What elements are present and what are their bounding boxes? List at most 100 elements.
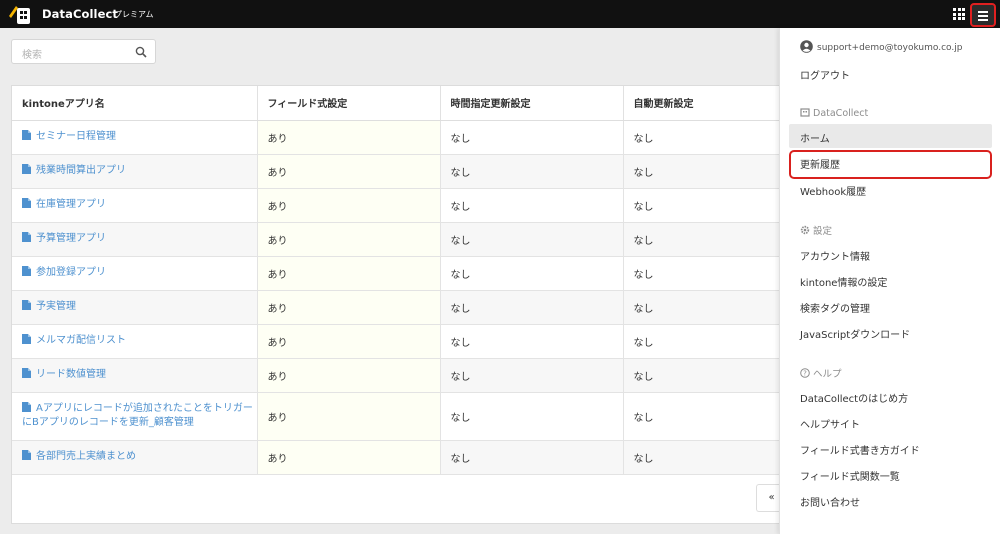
question-circle-icon: ? [800, 368, 810, 378]
app-name-link[interactable]: Aアプリにレコードが追加されたことをトリガーにBアプリのレコードを更新_顧客管理 [22, 403, 253, 428]
app-name-cell[interactable]: 予実管理 [12, 290, 258, 325]
scheduled-update-cell: なし [440, 440, 624, 475]
document-icon [22, 232, 31, 242]
app-name-link[interactable]: セミナー日程管理 [36, 131, 116, 142]
app-name-link[interactable]: 各部門売上実績まとめ [36, 451, 136, 462]
scheduled-update-cell: なし [440, 256, 624, 291]
auto-update-cell: なし [623, 324, 781, 359]
app-name-cell[interactable]: 各部門売上実績まとめ [12, 440, 258, 475]
table-row: 予実管理 あり なし なし [12, 290, 781, 325]
nav-getting-started[interactable]: DataCollectのはじめ方 [800, 390, 908, 405]
brand-name[interactable]: DataCollect [42, 7, 118, 21]
datacollect-logo-icon[interactable] [8, 3, 32, 25]
document-icon [22, 450, 31, 460]
scheduled-update-cell: なし [440, 358, 624, 393]
app-name-link[interactable]: メルマガ配信リスト [36, 335, 126, 346]
nav-contact[interactable]: お問い合わせ [800, 494, 860, 509]
app-name-cell[interactable]: リード数値管理 [12, 358, 258, 393]
auto-update-cell: なし [623, 256, 781, 291]
table-row: 各部門売上実績まとめ あり なし なし [12, 440, 781, 475]
scheduled-update-cell: なし [440, 392, 624, 441]
field-formula-cell: あり [257, 188, 441, 223]
column-header: 自動更新設定 [623, 86, 781, 121]
app-name-link[interactable]: 参加登録アプリ [36, 267, 106, 278]
section-settings-label: 設定 [813, 226, 833, 237]
search-icon[interactable] [135, 46, 147, 58]
auto-update-cell: なし [623, 392, 781, 441]
section-datacollect: DataCollect [800, 107, 868, 119]
logout-link[interactable]: ログアウト [800, 67, 850, 82]
app-name-cell[interactable]: メルマガ配信リスト [12, 324, 258, 359]
field-formula-cell: あり [257, 256, 441, 291]
nav-field-guide[interactable]: フィールド式書き方ガイド [800, 442, 920, 457]
svg-text:?: ? [803, 370, 807, 378]
app-name-link[interactable]: 予算管理アプリ [36, 233, 106, 244]
top-bar: DataCollect プレミアム [0, 0, 1000, 28]
field-formula-cell: あり [257, 120, 441, 155]
scheduled-update-cell: なし [440, 188, 624, 223]
app-name-cell[interactable]: 在庫管理アプリ [12, 188, 258, 223]
apps-table-card: kintoneアプリ名 フィールド式設定 時間指定更新設定 自動更新設定 セミナ… [11, 85, 786, 524]
user-avatar-icon [800, 40, 813, 53]
nav-js-download[interactable]: JavaScriptダウンロード [800, 326, 910, 341]
document-icon [22, 164, 31, 174]
app-name-link[interactable]: 在庫管理アプリ [36, 199, 106, 210]
nav-functions[interactable]: フィールド式関数一覧 [800, 468, 900, 483]
auto-update-cell: なし [623, 154, 781, 189]
field-formula-cell: あり [257, 222, 441, 257]
apps-table: kintoneアプリ名 フィールド式設定 時間指定更新設定 自動更新設定 セミナ… [12, 86, 781, 475]
scheduled-update-cell: なし [440, 120, 624, 155]
nav-tags[interactable]: 検索タグの管理 [800, 300, 870, 315]
scheduled-update-cell: なし [440, 222, 624, 257]
table-row: メルマガ配信リスト あり なし なし [12, 324, 781, 359]
field-formula-cell: あり [257, 440, 441, 475]
nav-account[interactable]: アカウント情報 [800, 248, 870, 263]
table-row: 参加登録アプリ あり なし なし [12, 256, 781, 291]
field-formula-cell: あり [257, 154, 441, 189]
section-help: ? ヘルプ [800, 366, 842, 380]
auto-update-cell: なし [623, 440, 781, 475]
document-icon [22, 130, 31, 140]
auto-update-cell: なし [623, 290, 781, 325]
app-name-link[interactable]: リード数値管理 [36, 369, 106, 380]
search-input[interactable]: 検索 [11, 39, 156, 64]
scheduled-update-cell: なし [440, 154, 624, 189]
hamburger-menu-button[interactable] [970, 3, 996, 27]
user-email: support+demo@toyokumo.co.jp [817, 43, 963, 53]
section-settings: 設定 [800, 223, 832, 237]
app-name-cell[interactable]: Aアプリにレコードが追加されたことをトリガーにBアプリのレコードを更新_顧客管理 [12, 392, 258, 441]
section-datacollect-label: DataCollect [813, 108, 869, 119]
table-row: セミナー日程管理 あり なし なし [12, 120, 781, 155]
nav-home[interactable]: ホーム [800, 130, 830, 145]
document-icon [22, 334, 31, 344]
app-name-cell[interactable]: セミナー日程管理 [12, 120, 258, 155]
app-name-link[interactable]: 残業時間算出アプリ [36, 165, 126, 176]
document-icon [22, 266, 31, 276]
field-formula-cell: あり [257, 392, 441, 441]
building-icon [800, 108, 810, 117]
scheduled-update-cell: なし [440, 324, 624, 359]
column-header: フィールド式設定 [257, 86, 441, 121]
app-name-cell[interactable]: 参加登録アプリ [12, 256, 258, 291]
table-row: 予算管理アプリ あり なし なし [12, 222, 781, 257]
field-formula-cell: あり [257, 324, 441, 359]
document-icon [22, 368, 31, 378]
app-name-cell[interactable]: 予算管理アプリ [12, 222, 258, 257]
search-placeholder: 検索 [22, 50, 42, 61]
table-row: 残業時間算出アプリ あり なし なし [12, 154, 781, 189]
auto-update-cell: なし [623, 188, 781, 223]
table-header-row: kintoneアプリ名 フィールド式設定 時間指定更新設定 自動更新設定 [12, 86, 781, 121]
section-help-label: ヘルプ [813, 369, 842, 380]
nav-webhook-history[interactable]: Webhook履歴 [800, 183, 866, 198]
side-menu-drawer: support+demo@toyokumo.co.jp ログアウト DataCo… [779, 28, 1000, 534]
nav-update-history[interactable]: 更新履歴 [800, 156, 840, 171]
nav-help-site[interactable]: ヘルプサイト [800, 416, 860, 431]
nav-kintone-settings[interactable]: kintone情報の設定 [800, 274, 887, 289]
app-name-cell[interactable]: 残業時間算出アプリ [12, 154, 258, 189]
app-name-link[interactable]: 予実管理 [36, 301, 76, 312]
gear-icon [800, 225, 810, 235]
column-header: 時間指定更新設定 [440, 86, 624, 121]
column-header: kintoneアプリ名 [12, 86, 258, 121]
apps-grid-icon[interactable] [953, 8, 965, 20]
table-row: 在庫管理アプリ あり なし なし [12, 188, 781, 223]
